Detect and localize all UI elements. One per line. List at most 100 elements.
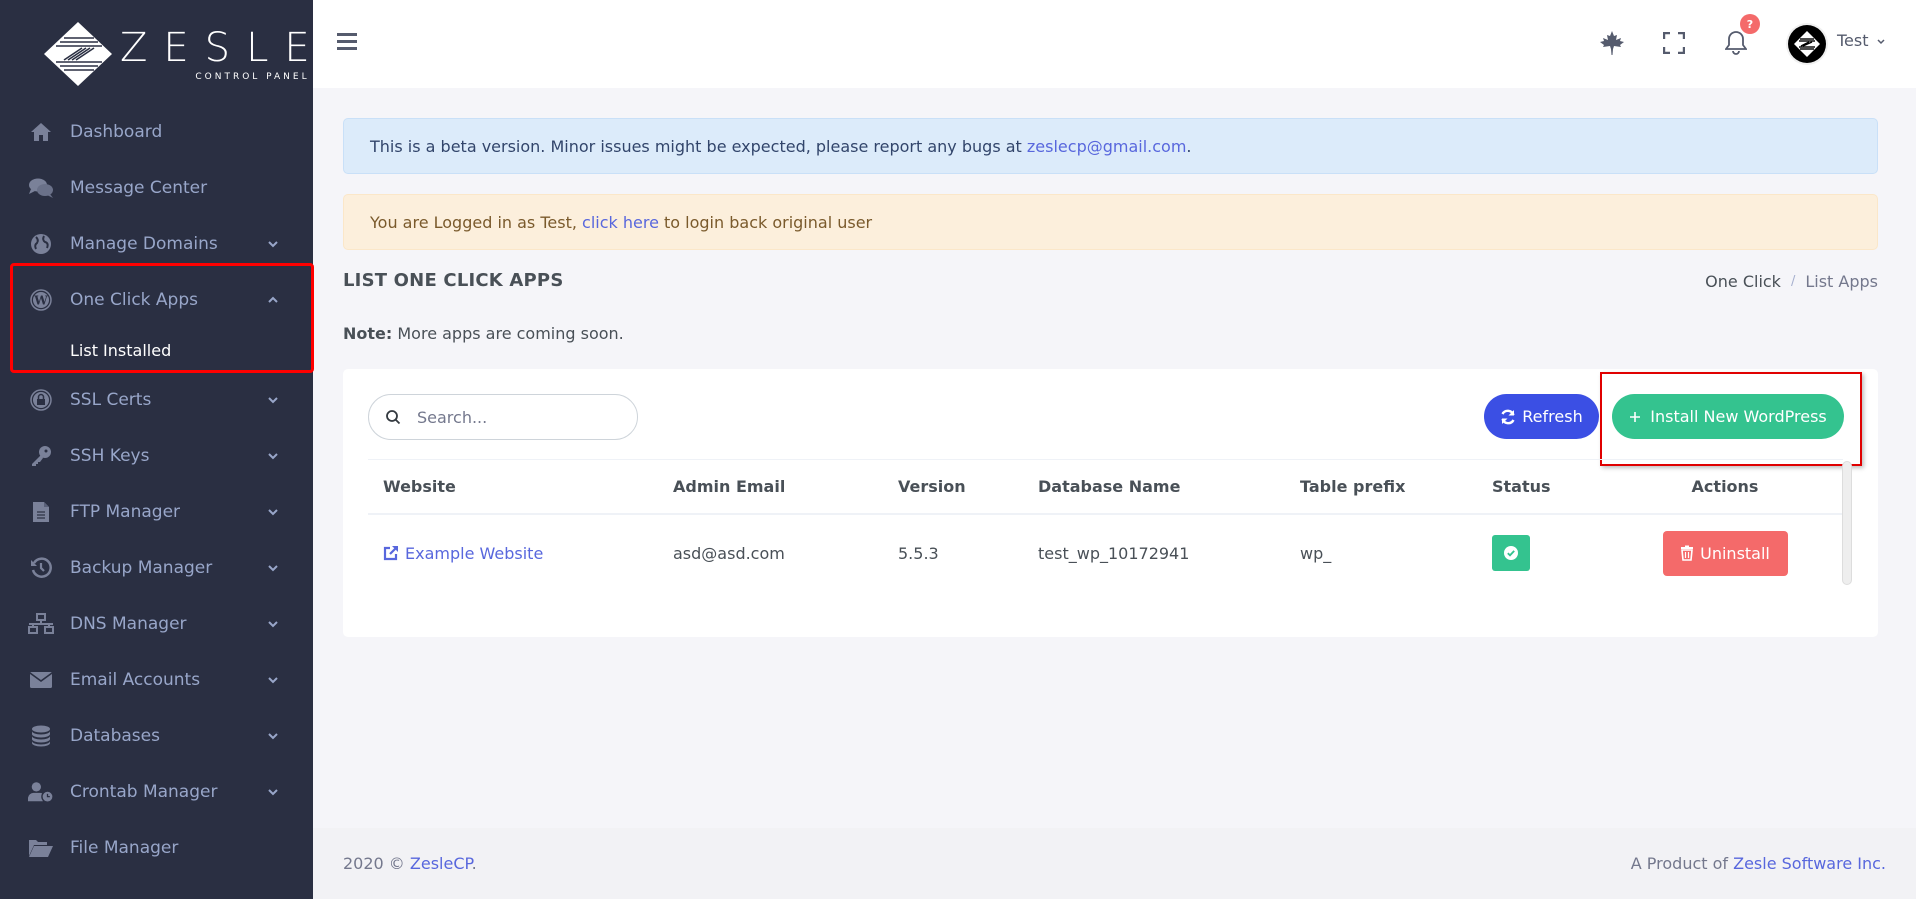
support-email-link[interactable]: zeslecp@gmail.com xyxy=(1027,137,1187,156)
impersonation-alert-suffix: to login back original user xyxy=(664,212,873,232)
copyright-text: 2020 © xyxy=(343,854,410,873)
sidebar-item-label: Backup Manager xyxy=(70,558,213,578)
uninstall-button[interactable]: Uninstall xyxy=(1662,530,1788,576)
beta-alert: This is a beta version. Minor issues mig… xyxy=(343,118,1878,174)
brand-name: ZESLE xyxy=(120,25,326,71)
brand-logo[interactable]: ZESLE CONTROL PANEL xyxy=(42,20,310,88)
column-header-database-name[interactable]: Database Name xyxy=(1023,477,1285,496)
notification-badge: ? xyxy=(1740,14,1760,34)
cell-table-prefix: wp_ xyxy=(1300,543,1332,563)
sidebar-item-label: SSL Certs xyxy=(70,390,152,410)
login-back-link[interactable]: click here xyxy=(582,213,659,232)
install-wordpress-button[interactable]: Install New WordPress xyxy=(1612,394,1844,439)
home-icon xyxy=(28,119,54,145)
breadcrumb-item-one-click[interactable]: One Click xyxy=(1705,272,1781,291)
sidebar-item-label: Message Center xyxy=(70,178,208,198)
sidebar-item-message-center[interactable]: Message Center xyxy=(0,160,313,216)
network-icon xyxy=(28,611,54,637)
beta-alert-text: This is a beta version. Minor issues mig… xyxy=(370,136,1022,156)
footer-copyright: 2020 © ZesleCP. xyxy=(343,854,477,873)
sidebar-item-label: One Click Apps xyxy=(70,290,198,310)
sidebar-item-databases[interactable]: Databases xyxy=(0,708,313,764)
globe-icon xyxy=(28,231,54,257)
search-icon xyxy=(386,410,401,425)
database-icon xyxy=(28,723,54,749)
footer: 2020 © ZesleCP. A Product of Zesle Softw… xyxy=(313,828,1916,899)
wordpress-icon: W xyxy=(28,287,54,313)
chevron-down-icon xyxy=(268,453,278,460)
sidebar-item-label: File Manager xyxy=(70,838,179,858)
sidebar-item-file-manager[interactable]: File Manager xyxy=(0,820,313,876)
sidebar-subitem-list-installed[interactable]: List Installed xyxy=(0,328,313,372)
avatar[interactable] xyxy=(1786,23,1828,65)
column-header-admin-email[interactable]: Admin Email xyxy=(658,477,883,496)
brand-subtitle: CONTROL PANEL xyxy=(195,72,310,82)
user-name[interactable]: Test xyxy=(1837,31,1869,50)
sidebar-item-backup-manager[interactable]: Backup Manager xyxy=(0,540,313,596)
user-avatar-icon xyxy=(1794,31,1820,57)
plus-icon xyxy=(1630,411,1641,422)
sidebar-subitem-label: List Installed xyxy=(70,340,172,360)
envelope-icon xyxy=(28,667,54,693)
beta-alert-suffix: . xyxy=(1186,136,1192,156)
sidebar-item-label: Dashboard xyxy=(70,122,163,142)
zesle-logo-icon xyxy=(44,22,112,86)
zesle-software-link[interactable]: Zesle Software Inc. xyxy=(1733,854,1886,873)
search-input[interactable] xyxy=(417,407,617,427)
sidebar-item-label: Crontab Manager xyxy=(70,782,218,802)
sync-icon xyxy=(1501,409,1515,424)
website-link[interactable]: Example Website xyxy=(383,544,658,563)
menu-toggle-icon[interactable] xyxy=(337,33,357,51)
website-name: Example Website xyxy=(405,543,544,563)
search-box[interactable] xyxy=(368,394,638,440)
chevron-up-icon xyxy=(268,296,278,303)
table-scrollbar[interactable] xyxy=(1842,461,1852,585)
status-badge xyxy=(1492,535,1530,571)
sidebar-item-manage-domains[interactable]: Manage Domains xyxy=(0,216,313,272)
column-header-actions: Actions xyxy=(1691,477,1759,496)
chevron-down-icon xyxy=(268,789,278,796)
sidebar: ZESLE CONTROL PANEL Dashboard Message Ce… xyxy=(0,0,314,899)
credit-text: A Product of xyxy=(1630,854,1734,873)
chevron-down-icon xyxy=(268,565,278,572)
refresh-button[interactable]: Refresh xyxy=(1484,394,1599,439)
impersonation-alert-text: You are Logged in as Test, xyxy=(370,212,577,232)
sidebar-item-label: Email Accounts xyxy=(70,670,201,690)
column-header-table-prefix[interactable]: Table prefix xyxy=(1285,477,1477,496)
sidebar-item-one-click-apps[interactable]: W One Click Apps xyxy=(0,272,313,328)
sidebar-item-ftp-manager[interactable]: FTP Manager xyxy=(0,484,313,540)
sidebar-item-ssh-keys[interactable]: SSH Keys xyxy=(0,428,313,484)
svg-text:W: W xyxy=(33,294,48,308)
sidebar-item-email-accounts[interactable]: Email Accounts xyxy=(0,652,313,708)
chevron-down-icon xyxy=(268,677,278,684)
chevron-down-icon xyxy=(268,241,278,248)
sidebar-item-crontab-manager[interactable]: Crontab Manager xyxy=(0,764,313,820)
cell-admin-email: asd@asd.com xyxy=(673,543,785,563)
breadcrumb: One Click / List Apps xyxy=(1705,272,1878,291)
fullscreen-icon[interactable] xyxy=(1659,28,1689,58)
external-link-icon xyxy=(383,546,398,561)
column-header-website[interactable]: Website xyxy=(368,477,658,496)
sidebar-item-ssl-certs[interactable]: SSL Certs xyxy=(0,372,313,428)
history-icon xyxy=(28,555,54,581)
sidebar-item-label: FTP Manager xyxy=(70,502,181,522)
maple-leaf-icon[interactable] xyxy=(1597,28,1627,58)
page-title: LIST ONE CLICK APPS xyxy=(343,270,564,291)
note-body: More apps are coming soon. xyxy=(392,324,624,343)
sidebar-item-label: Databases xyxy=(70,726,160,746)
column-header-version[interactable]: Version xyxy=(883,477,1023,496)
column-header-status[interactable]: Status xyxy=(1477,477,1607,496)
table-header: Website Admin Email Version Database Nam… xyxy=(368,459,1843,515)
note-label: Note: xyxy=(343,324,393,343)
cell-database-name: test_wp_10172941 xyxy=(1038,543,1190,563)
check-circle-icon xyxy=(1504,546,1518,560)
sidebar-item-dns-manager[interactable]: DNS Manager xyxy=(0,596,313,652)
zeslecp-link[interactable]: ZesleCP xyxy=(410,854,472,873)
uninstall-label: Uninstall xyxy=(1700,543,1770,563)
sidebar-item-dashboard[interactable]: Dashboard xyxy=(0,104,313,160)
chevron-down-icon[interactable] xyxy=(1876,37,1886,47)
note-text: Note: More apps are coming soon. xyxy=(343,324,624,343)
impersonation-alert: You are Logged in as Test, click here to… xyxy=(343,194,1878,250)
topbar: ? Test xyxy=(313,0,1916,88)
apps-card: Refresh Install New WordPress Website Ad… xyxy=(343,369,1878,637)
